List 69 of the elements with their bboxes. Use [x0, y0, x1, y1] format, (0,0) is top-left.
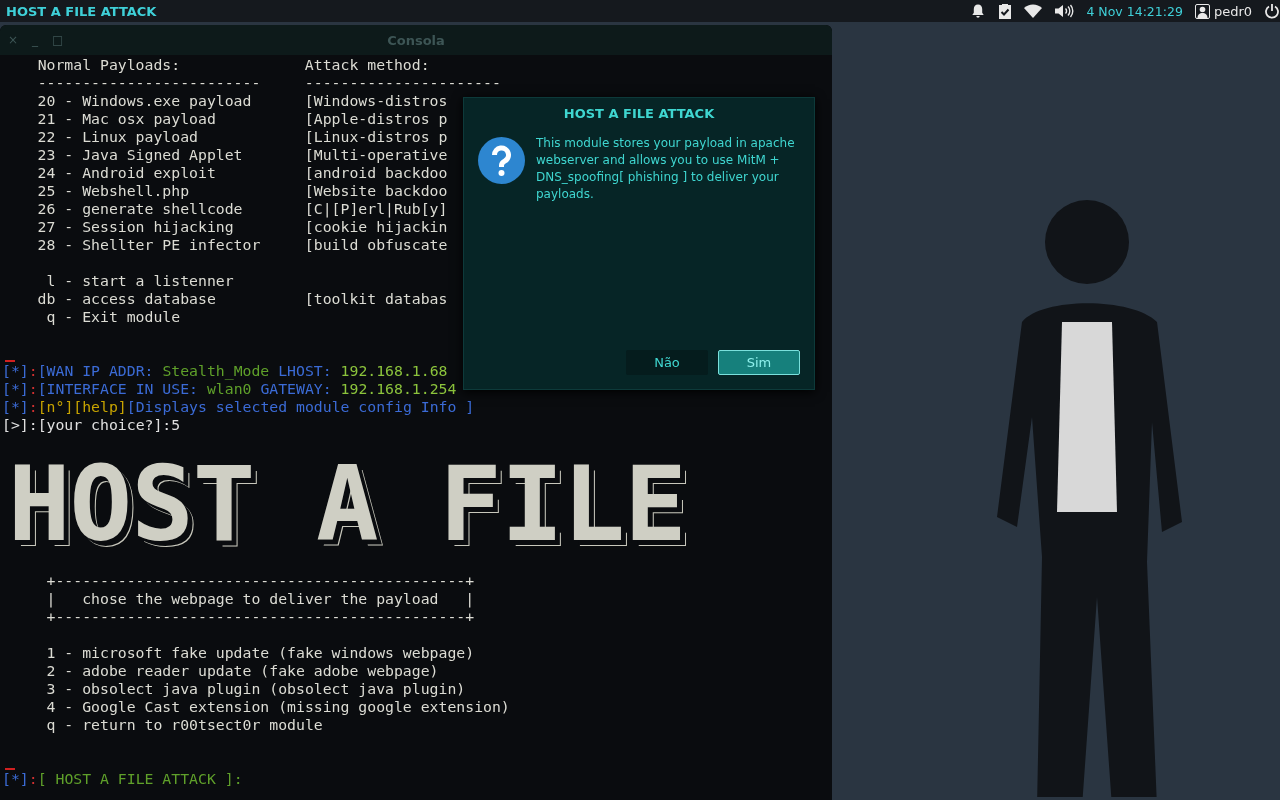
user-icon[interactable] [1194, 3, 1210, 19]
column-header: Attack method: [304, 56, 430, 74]
active-app-title: HOST A FILE ATTACK [6, 3, 158, 19]
window-title: Consola [386, 32, 446, 48]
option-key: 24 [37, 164, 56, 182]
attack-method: [Linux-distros p [304, 128, 448, 146]
option-label: - Mac osx payload [64, 110, 216, 128]
menu-option: 1 - microsoft fake update (fake windows webpage) [2, 644, 475, 662]
option-label: - Shellter PE infector [64, 236, 261, 254]
option-label: - Windows.exe payload [64, 92, 252, 110]
terminal-line: [*]:[INTERFACE IN USE: wlan0 GATEWAY: 192.168.1.254 [2, 380, 457, 398]
attack-method: [android backdoo [304, 164, 448, 182]
wifi-icon[interactable] [1024, 4, 1043, 18]
option-key: db [37, 290, 56, 308]
option-key: 27 [37, 218, 56, 236]
option-label: - access database [64, 290, 216, 308]
clipboard-check-icon[interactable] [998, 3, 1013, 19]
terminal-line: [*]:[WAN IP ADDR: Stealth_Mode LHOST: 192.168.1.68 [2, 362, 448, 380]
close-button[interactable]: × [8, 33, 19, 47]
option-key: 22 [37, 128, 56, 146]
banner-title: HOST A FILE [8, 456, 686, 556]
column-header: Normal Payloads: [37, 56, 181, 74]
option-label: - generate shellcode [64, 200, 243, 218]
user-name[interactable]: pedr0 [1213, 3, 1252, 19]
terminal-line: [*]:[n°][help][Displays selected module config Info ] [2, 398, 475, 416]
terminal-line: [>]:[your choice?]:5 [2, 416, 181, 434]
option-key: l [46, 272, 56, 290]
menu-option: 3 - obsolect java plugin (obsolect java plugin) [2, 680, 466, 698]
option-key: 21 [37, 110, 56, 128]
attack-method: [C|[P]erl|Rub[y] [304, 200, 448, 218]
maximize-button[interactable]: □ [52, 33, 64, 47]
attack-method: [Multi-operative [304, 146, 448, 164]
option-key: 26 [37, 200, 56, 218]
terminal-line: [*]:[ HOST A FILE ATTACK ]: [2, 770, 243, 788]
attack-method: [Apple-distros p [304, 110, 448, 128]
attack-method: [toolkit databas [304, 290, 448, 308]
option-label: - Session hijacking [64, 218, 234, 236]
question-icon [478, 137, 525, 184]
clock[interactable]: 4 Nov 14:21:29 [1086, 3, 1183, 19]
dialog-title: HOST A FILE ATTACK [562, 106, 716, 121]
menu-option: q - return to r00tsect0r module [2, 716, 323, 734]
menu-option: 2 - adobe reader update (fake adobe webpage) [2, 662, 439, 680]
terminal-line: +----------------------------------------------+ [45, 608, 475, 626]
option-key: q [46, 308, 56, 326]
attack-method: [Windows-distros [304, 92, 448, 110]
option-key: 28 [37, 236, 56, 254]
option-key: 23 [37, 146, 56, 164]
option-label: - Webshell.php [64, 182, 190, 200]
option-label: - start a listenner [64, 272, 234, 290]
separator-text: ---------------------- [304, 74, 501, 92]
option-label: - Linux payload [64, 128, 198, 146]
separator-text: ------------------------- [37, 74, 261, 92]
attack-method: [Website backdoo [304, 182, 448, 200]
option-key: 25 [37, 182, 56, 200]
attack-method: [build obfuscate [304, 236, 448, 254]
minimize-button[interactable]: _ [32, 33, 39, 47]
dialog-button[interactable]: Não [626, 350, 708, 375]
menu-option: 4 - Google Cast extension (missing google extension) [2, 698, 510, 716]
terminal-line: | chose the webpage to deliver the payload | [45, 590, 475, 608]
option-label: - Android exploit [64, 164, 216, 182]
terminal-line: +----------------------------------------------+ [45, 572, 475, 590]
dialog-button[interactable]: Sim [718, 350, 800, 375]
option-key: 20 [37, 92, 56, 110]
power-icon[interactable] [1264, 3, 1280, 19]
attack-method: [cookie hijackin [304, 218, 448, 236]
volume-icon[interactable] [1054, 4, 1075, 18]
dialog-message: This module stores your payload in apache webserver and allows you to use MitM + DNS_spoofing[ phishing ] to deliver your payloads. [536, 135, 796, 203]
option-label: - Java Signed Applet [64, 146, 243, 164]
option-label: - Exit module [64, 308, 181, 326]
